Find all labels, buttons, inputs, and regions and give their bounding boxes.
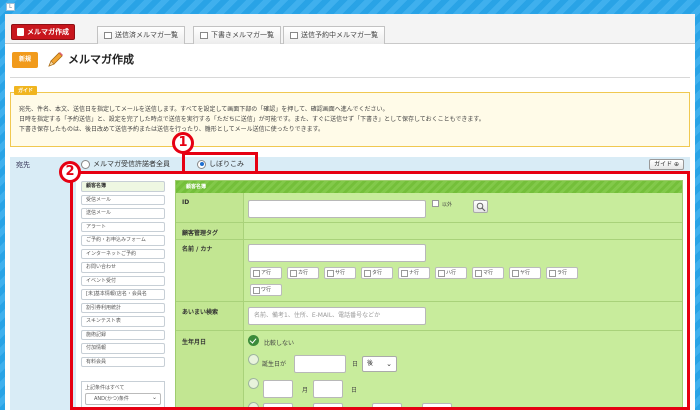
tab-label: メルマガ作成 (27, 28, 69, 36)
radio-all-recipients[interactable]: メルマガ受信許諾者全員 (81, 159, 170, 169)
pencil-icon (48, 52, 63, 67)
guide-text: 宛先、件名、本文、送信日を指定してメールを送信します。すべてを設定して画面下部の… (19, 106, 389, 113)
guide-panel: ガイド 宛先、件名、本文、送信日を指定してメールを送信します。すべてを設定して画… (10, 86, 690, 147)
guide-text: 下書き保存したものは、後日改めて送信予約または送信を行ったり、雛形としてメール送… (19, 126, 324, 133)
marker-2: 2 (59, 161, 81, 183)
radio-label: メルマガ受信許諾者全員 (93, 160, 170, 168)
guide-button[interactable]: ガイド ⊕ (649, 159, 684, 170)
recipient-label: 宛先 (16, 161, 30, 169)
tab-label: 送信済メルマガ一覧 (115, 31, 178, 39)
tab-scheduled-list[interactable]: 送信予約中メルマガ一覧 (283, 26, 385, 44)
radio-button[interactable] (81, 159, 90, 169)
divider (10, 77, 690, 78)
recipient-row: 宛先 メルマガ受信許諾者全員 しぼりこみ ガイド ⊕ (10, 157, 690, 172)
tab-draft-list[interactable]: 下書きメルマガ一覧 (193, 26, 281, 44)
new-badge: 新規 (12, 52, 38, 68)
document-icon (17, 28, 24, 36)
tab-label: 下書きメルマガ一覧 (211, 31, 274, 39)
list-icon (104, 32, 112, 39)
page: メルマガ作成 送信済メルマガ一覧 下書きメルマガ一覧 送信予約中メルマガ一覧 新… (5, 14, 695, 410)
list-icon (200, 32, 208, 39)
tab-create-newsletter[interactable]: メルマガ作成 (11, 24, 75, 40)
marker-1: 1 (172, 132, 194, 154)
tab-bar: メルマガ作成 送信済メルマガ一覧 下書きメルマガ一覧 送信予約中メルマガ一覧 (5, 14, 695, 44)
guide-text: 日時を指定する「予約送信」と、設定を完了した時点で送信を実行する「ただちに送信」… (19, 116, 485, 123)
highlight-frame-2 (70, 171, 690, 410)
tab-label: 送信予約中メルマガ一覧 (301, 31, 378, 39)
page-title: メルマガ作成 (68, 53, 134, 66)
list-icon (290, 32, 298, 39)
guide-label: ガイド (14, 86, 38, 95)
left-band (10, 172, 76, 410)
tab-sent-list[interactable]: 送信済メルマガ一覧 (97, 26, 185, 44)
highlight-frame-1 (182, 152, 258, 174)
window-icon: L (6, 3, 15, 11)
